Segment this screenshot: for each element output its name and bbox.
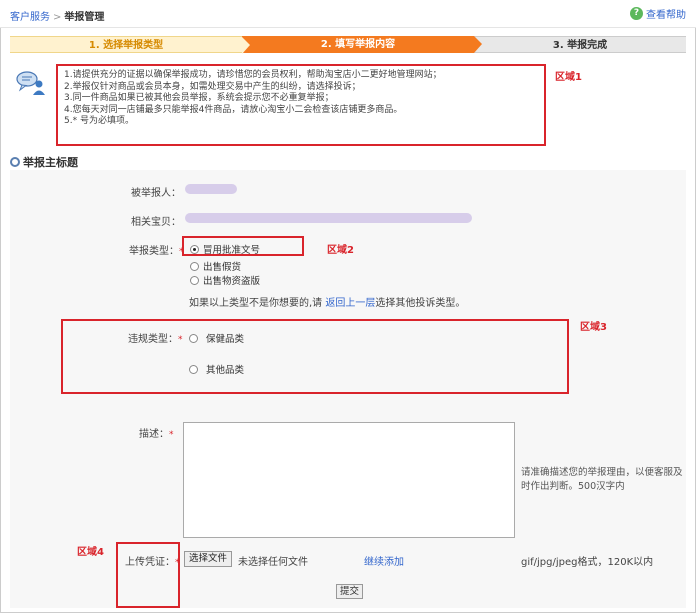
notice-line: 4.您每天对同一店铺最多只能举报4件商品，请放心淘宝小二会检查该店铺更多商品。 [64, 104, 403, 115]
description-hint: 请准确描述您的举报理由，以便客服及时作出判断。500汉字内 [521, 467, 683, 492]
required-mark: * [175, 558, 180, 568]
radio-circle[interactable] [189, 333, 198, 343]
required-mark: * [178, 335, 183, 345]
submit-button[interactable]: 提交 [336, 584, 364, 599]
radio-label: 出售物资盗版 [203, 276, 261, 287]
radio-circle[interactable] [190, 275, 199, 285]
notice-line: 2.举报仅针对商品或会员本身，如需处理交易中产生的纠纷，请选择投诉； [64, 81, 361, 92]
section-title: 举报主标题 [10, 154, 78, 170]
radio-report-type-2[interactable]: 出售假货 [190, 259, 241, 273]
area-1-label: 区域1 [555, 72, 582, 83]
other-type-hint: 如果以上类型不是你想要的,请 返回上一层选择其他投诉类型。 [189, 294, 465, 309]
radio-circle[interactable] [189, 364, 198, 374]
description-label: 描述：* [139, 425, 174, 440]
radio-circle[interactable] [190, 244, 199, 254]
radio-label: 保健品类 [206, 334, 245, 345]
required-mark: * [169, 430, 174, 440]
report-type-label-text: 举报类型： [129, 246, 179, 257]
notice-line: 3.同一件商品如果已被其他会员举报，系统会提示您不必重复举报； [64, 93, 334, 103]
area-4-box [116, 542, 180, 608]
step-fill-content: 2. 填写举报内容 [242, 36, 482, 53]
breadcrumb-customer-service-link[interactable]: 客户服务 [10, 12, 50, 23]
description-label-text: 描述： [139, 429, 169, 440]
help-icon: ? [630, 7, 643, 20]
step-complete: 3. 举报完成 [474, 36, 686, 53]
violation-type-label: 违规类型：* [128, 330, 183, 345]
radio-violation-other[interactable]: 其他品类 [189, 362, 244, 376]
breadcrumb-current: 举报管理 [64, 12, 105, 23]
progress-steps: 1. 选择举报类型 2. 填写举报内容 3. 举报完成 [10, 36, 686, 54]
breadcrumb-separator: > [53, 12, 62, 23]
notice-box: 1.请提供充分的证据以确保举报成功，请珍惜您的会员权利，帮助淘宝店小二更好地管理… [56, 64, 546, 146]
related-item-value-redacted [185, 213, 472, 223]
violation-type-label-text: 违规类型： [128, 334, 178, 345]
section-icon [10, 157, 20, 167]
help-link[interactable]: ? 查看帮助 [630, 6, 686, 21]
upload-label: 上传凭证：* [125, 553, 180, 568]
notice-line: 1.请提供充分的证据以确保举报成功，请珍惜您的会员权利，帮助淘宝店小二更好地管理… [64, 70, 442, 80]
radio-violation-health[interactable]: 保健品类 [189, 331, 244, 345]
radio-circle[interactable] [190, 261, 199, 271]
add-more-link[interactable]: 继续添加 [364, 553, 404, 568]
back-link[interactable]: 返回上一层 [325, 298, 375, 309]
help-label: 查看帮助 [646, 10, 686, 21]
file-format-hint: gif/jpg/jpeg格式，120K以内 [521, 557, 654, 568]
chat-user-icon [16, 71, 45, 95]
related-item-label: 相关宝贝： [131, 217, 181, 228]
radio-report-type-1[interactable]: 冒用批准文号 [190, 242, 260, 256]
radio-label: 其他品类 [206, 365, 245, 376]
reported-user-value-redacted [185, 184, 237, 194]
reported-user-label: 被举报人： [131, 188, 181, 199]
area-4-label: 区域4 [77, 547, 104, 558]
notice-line: 5.* 号为必填项。 [64, 116, 134, 126]
top-bar: 客户服务 > 举报管理 ? 查看帮助 [0, 0, 696, 28]
radio-label: 出售假货 [203, 262, 242, 273]
description-textarea[interactable] [183, 422, 515, 538]
radio-label: 冒用批准文号 [203, 245, 261, 256]
radio-report-type-3[interactable]: 出售物资盗版 [190, 273, 260, 287]
area-2-label: 区域2 [327, 245, 354, 256]
report-type-label: 举报类型：* [129, 242, 184, 257]
upload-label-text: 上传凭证： [125, 557, 175, 568]
area-3-label: 区域3 [580, 322, 607, 333]
step-select-type: 1. 选择举报类型 [10, 36, 250, 54]
breadcrumb: 客户服务 > 举报管理 [10, 8, 104, 23]
no-file-text: 未选择任何文件 [238, 557, 308, 568]
other-type-suffix: 选择其他投诉类型。 [375, 298, 466, 309]
other-type-prefix: 如果以上类型不是你想要的,请 [189, 298, 323, 309]
section-title-text: 举报主标题 [23, 156, 78, 169]
choose-file-button[interactable]: 选择文件 [184, 551, 233, 567]
